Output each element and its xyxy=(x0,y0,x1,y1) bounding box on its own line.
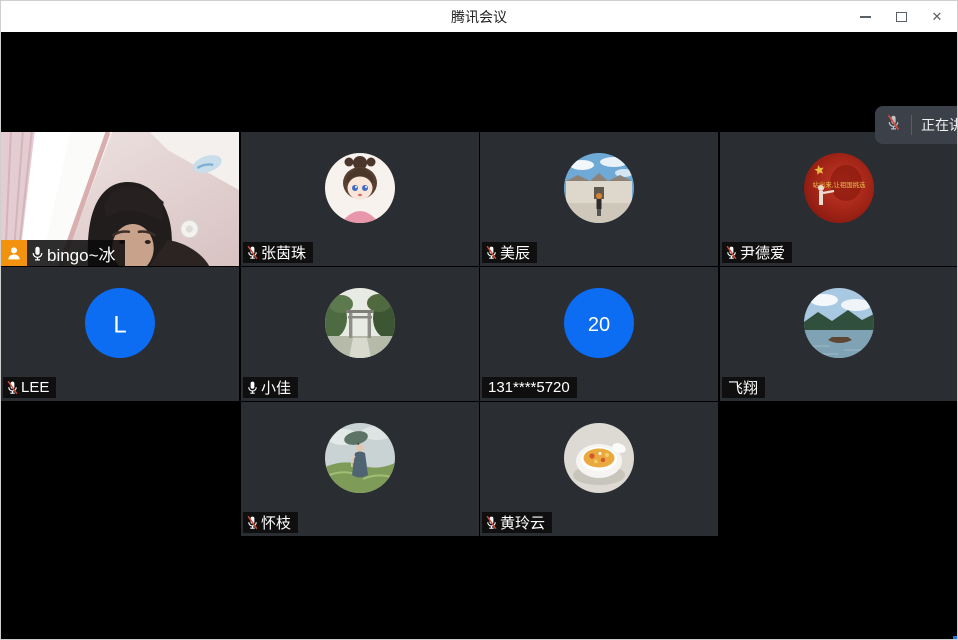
avatar-painting xyxy=(325,423,395,493)
minimize-icon xyxy=(860,16,871,18)
close-icon: ✕ xyxy=(932,10,943,23)
participant-avatar xyxy=(241,423,479,493)
badge-divider xyxy=(911,115,912,135)
participant-label: 小佳 xyxy=(243,377,298,398)
mic-on-icon xyxy=(245,379,260,396)
participant-tile[interactable]: 飞翔 xyxy=(720,267,958,401)
window-controls: ✕ xyxy=(847,1,955,32)
mic-muted-icon xyxy=(484,514,499,531)
mic-muted-icon xyxy=(885,113,902,137)
window-title: 腾讯会议 xyxy=(451,7,507,27)
avatar-red-poster: 站出来,让祖国挑选 xyxy=(804,153,874,223)
mic-muted-icon xyxy=(885,113,902,132)
avatar-cartoon-girl xyxy=(325,153,395,223)
meeting-stage: bingo~冰 张茵珠 美辰 站出来,让祖国挑选尹德爱 L LEE 小佳 20 131****5… xyxy=(1,32,957,639)
mic-on-icon xyxy=(29,244,46,263)
avatar-food-photo xyxy=(564,423,634,493)
meeting-window: 腾讯会议 ✕ bingo~冰 张茵珠 美辰 站出来,让祖国挑选尹德爱 L LEE 小佳 20 1… xyxy=(0,0,958,640)
participant-tile[interactable]: 黄玲云 xyxy=(480,402,718,536)
participant-avatar xyxy=(480,153,718,223)
participant-avatar xyxy=(480,423,718,493)
participant-label: 怀枝 xyxy=(243,512,298,533)
participant-label: LEE xyxy=(3,377,56,398)
participant-tile[interactable]: L LEE xyxy=(1,267,239,401)
participant-label: bingo~冰 xyxy=(1,240,125,266)
title-bar[interactable]: 腾讯会议 ✕ xyxy=(1,1,957,32)
participant-label: 尹德爱 xyxy=(722,242,792,263)
participant-name: 尹德爱 xyxy=(740,242,785,263)
participant-name: 黄玲云 xyxy=(500,512,545,533)
participant-tile[interactable]: 站出来,让祖国挑选尹德爱 xyxy=(720,132,958,266)
participant-avatar: L xyxy=(1,288,239,358)
participant-avatar: 站出来,让祖国挑选 xyxy=(720,153,958,223)
participant-name: 美辰 xyxy=(500,242,530,263)
host-person-icon xyxy=(5,244,23,262)
participant-name: 飞翔 xyxy=(728,377,758,398)
avatar-building-photo xyxy=(564,153,634,223)
minimize-button[interactable] xyxy=(847,1,883,32)
svg-text:L: L xyxy=(113,312,126,339)
participant-name: 131****5720 xyxy=(488,379,570,396)
host-badge-icon xyxy=(1,240,27,266)
speaking-indicator-text: 正在讲话 xyxy=(921,115,958,135)
participant-name: 小佳 xyxy=(261,377,291,398)
mic-muted-icon xyxy=(484,244,499,261)
participant-tile[interactable]: bingo~冰 xyxy=(1,132,239,266)
avatar-gate-photo xyxy=(325,288,395,358)
participant-avatar xyxy=(241,153,479,223)
participant-avatar xyxy=(241,288,479,358)
participant-tile[interactable]: 20 131****5720 xyxy=(480,267,718,401)
participant-avatar xyxy=(720,288,958,358)
participant-grid: bingo~冰 张茵珠 美辰 站出来,让祖国挑选尹德爱 L LEE 小佳 20 131****5… xyxy=(1,132,957,537)
participant-name: LEE xyxy=(21,379,49,396)
participant-label: 131****5720 xyxy=(482,377,577,398)
maximize-button[interactable] xyxy=(883,1,919,32)
participant-name: bingo~冰 xyxy=(47,241,116,266)
close-button[interactable]: ✕ xyxy=(919,1,955,32)
participant-tile[interactable]: 美辰 xyxy=(480,132,718,266)
participant-tile[interactable]: 小佳 xyxy=(241,267,479,401)
mic-muted-icon xyxy=(5,379,20,396)
mic-muted-icon xyxy=(245,244,260,261)
avatar-lake-photo xyxy=(804,288,874,358)
avatar-initial: L xyxy=(85,288,155,358)
avatar-initial: 20 xyxy=(564,288,634,358)
speaking-indicator[interactable]: 正在讲话 xyxy=(875,106,958,144)
mic-muted-icon xyxy=(724,244,739,261)
participant-label: 张茵珠 xyxy=(243,242,313,263)
participant-label: 飞翔 xyxy=(722,377,765,398)
participant-tile[interactable]: 张茵珠 xyxy=(241,132,479,266)
maximize-icon xyxy=(896,12,907,22)
participant-label: 美辰 xyxy=(482,242,537,263)
mic-muted-icon xyxy=(245,514,260,531)
participant-label: 黄玲云 xyxy=(482,512,552,533)
svg-text:20: 20 xyxy=(588,314,610,336)
participant-name: 张茵珠 xyxy=(261,242,306,263)
participant-avatar: 20 xyxy=(480,288,718,358)
window-resize-corner[interactable] xyxy=(953,636,957,639)
participant-tile[interactable]: 怀枝 xyxy=(241,402,479,536)
participant-name: 怀枝 xyxy=(261,512,291,533)
